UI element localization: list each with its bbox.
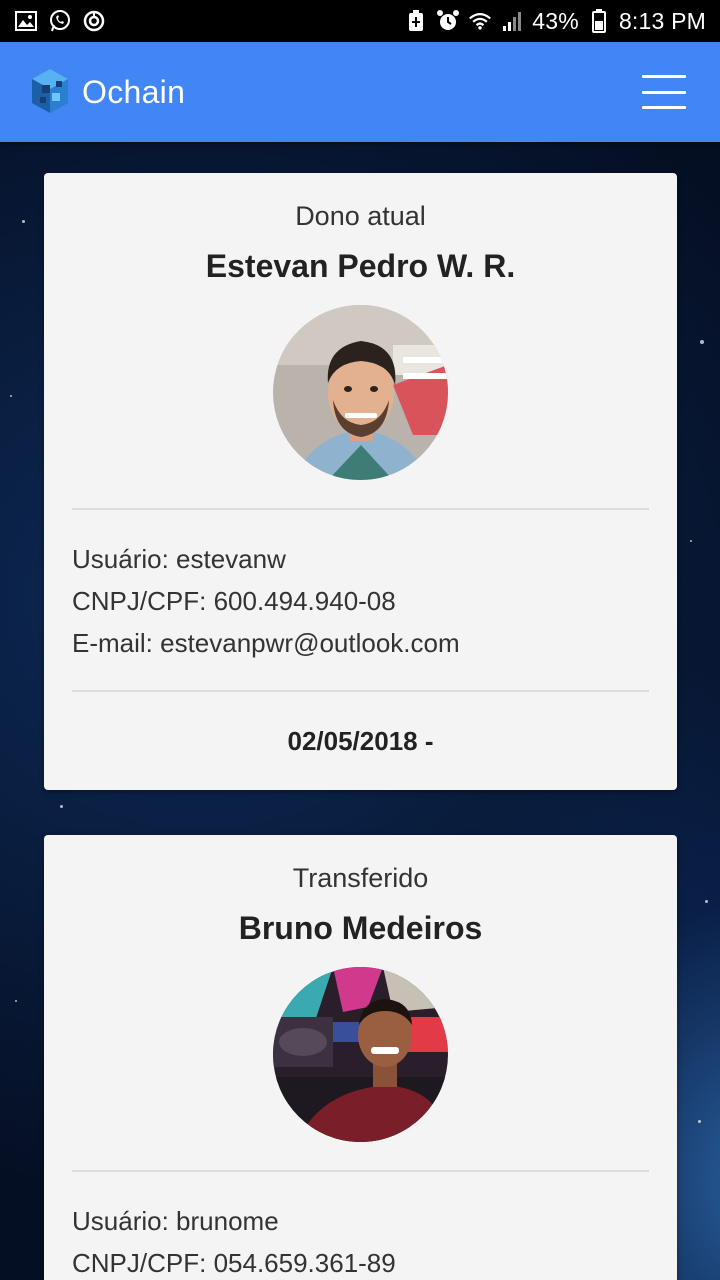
- avatar: [273, 967, 448, 1142]
- owner-role: Dono atual: [295, 201, 426, 231]
- clock: 8:13 PM: [618, 7, 706, 34]
- owner-name: Bruno Medeiros: [238, 910, 483, 946]
- star: [22, 220, 25, 223]
- avatar: [273, 305, 448, 480]
- status-left: [14, 9, 106, 33]
- divider: [72, 1170, 649, 1172]
- menu-line: [642, 75, 686, 78]
- signal-icon: [500, 9, 524, 33]
- battery-saver-icon: [404, 9, 428, 33]
- menu-line: [642, 106, 686, 109]
- email-line: E-mail: estevanpwr@outlook.com: [72, 628, 460, 658]
- status-right: 43% 8:13 PM: [404, 8, 706, 35]
- star: [690, 540, 692, 542]
- ownership-date: 02/05/2018 -: [287, 726, 434, 756]
- screen: 43% 8:13 PM Ochain Dono atual Estevan Pe…: [0, 0, 720, 1280]
- battery-icon: [587, 9, 611, 33]
- wifi-icon: [468, 9, 492, 33]
- star: [705, 900, 708, 903]
- star: [15, 1000, 17, 1002]
- star: [700, 340, 704, 344]
- document-line: CNPJ/CPF: 600.494.940-08: [72, 586, 396, 616]
- alarm-icon: [436, 9, 460, 33]
- app-bar: Ochain: [0, 42, 720, 142]
- divider: [72, 508, 649, 510]
- username-line: Usuário: estevanw: [72, 544, 286, 574]
- star: [698, 1120, 701, 1123]
- owner-info: Usuário: brunome CNPJ/CPF: 054.659.361-8…: [44, 1200, 677, 1280]
- owner-card: Dono atual Estevan Pedro W. R. Usuário: …: [44, 173, 677, 790]
- battery-percent: 43%: [532, 7, 579, 34]
- star: [60, 805, 63, 808]
- owner-info: Usuário: estevanw CNPJ/CPF: 600.494.940-…: [44, 538, 677, 664]
- document-line: CNPJ/CPF: 054.659.361-89: [72, 1248, 396, 1278]
- star: [10, 395, 12, 397]
- owner-role: Transferido: [292, 863, 429, 893]
- image-icon: [14, 9, 38, 33]
- ochain-logo-icon[interactable]: [28, 67, 72, 117]
- owner-card: Transferido Bruno Medeiros Usuário: brun…: [44, 835, 677, 1280]
- owner-name: Estevan Pedro W. R.: [205, 248, 516, 284]
- username-line: Usuário: brunome: [72, 1206, 279, 1236]
- whatsapp-icon: [48, 9, 72, 33]
- divider: [72, 690, 649, 692]
- hamburger-menu-icon[interactable]: [642, 75, 686, 109]
- status-bar: 43% 8:13 PM: [0, 0, 720, 42]
- menu-line: [642, 90, 686, 94]
- sync-icon: [82, 9, 106, 33]
- app-title[interactable]: Ochain: [82, 74, 185, 111]
